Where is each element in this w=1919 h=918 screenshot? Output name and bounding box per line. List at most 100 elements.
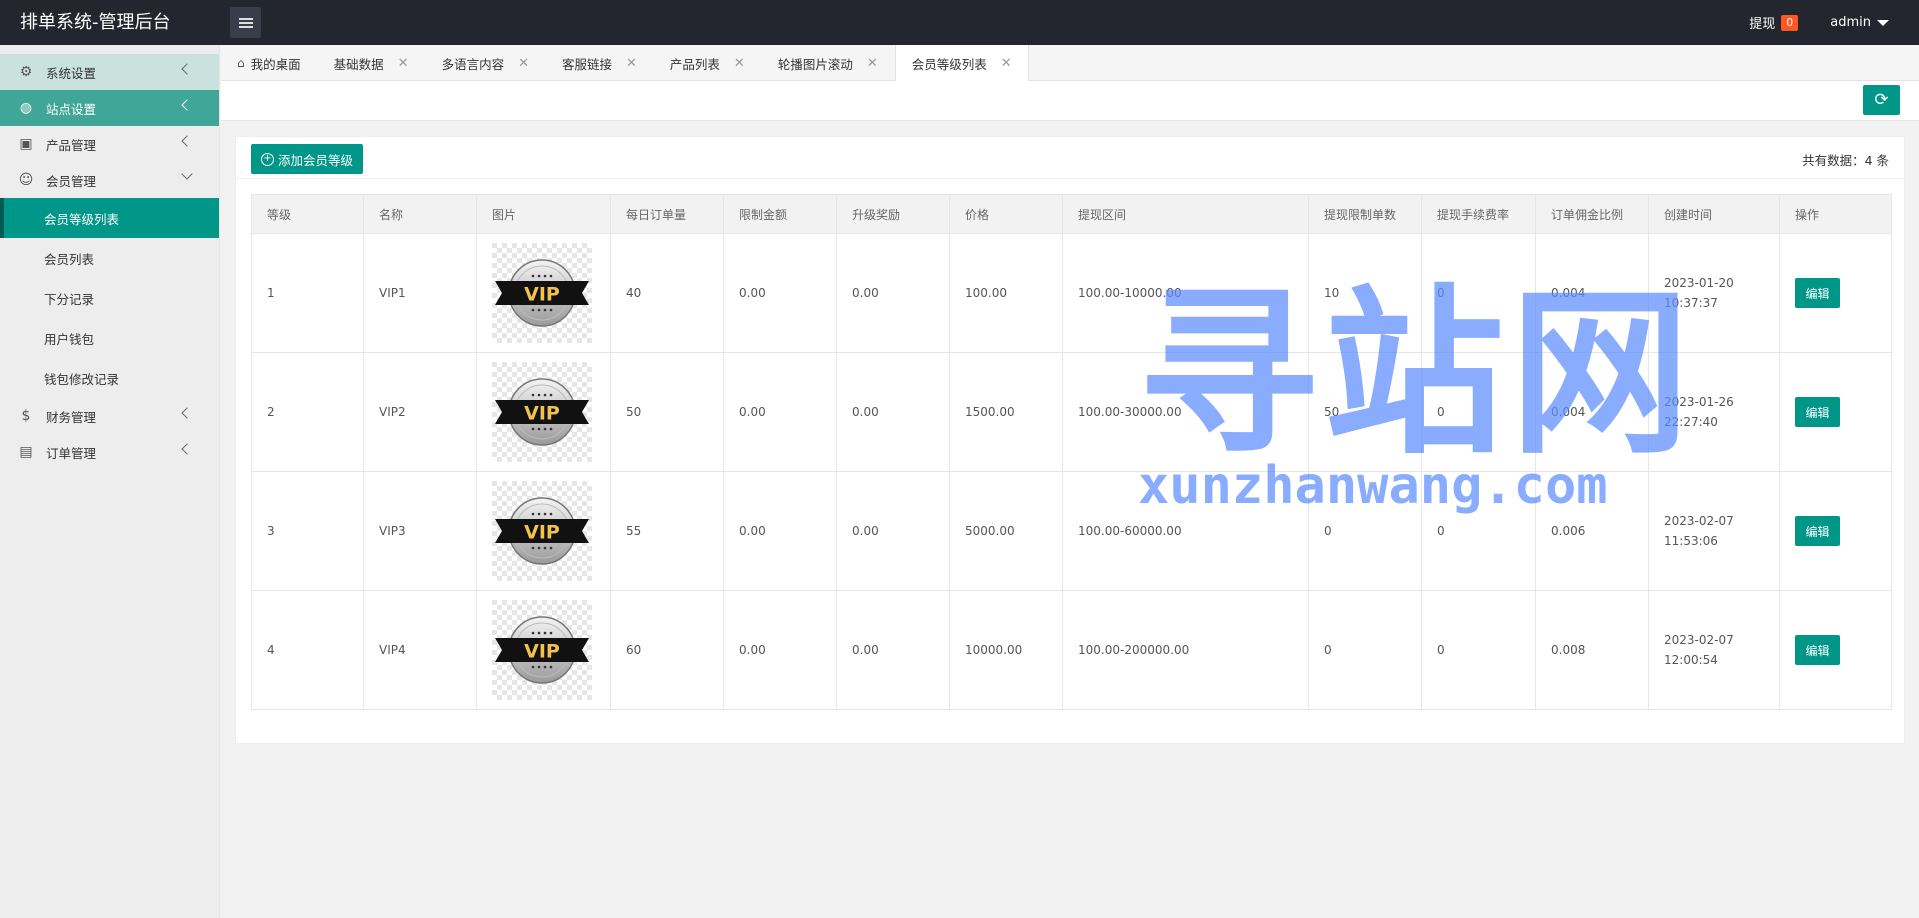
cell-wd-count: 0 — [1308, 590, 1422, 710]
sidebar-subitem-user-wallet[interactable]: 用户钱包 — [0, 318, 219, 358]
cell-level: 1 — [251, 233, 364, 353]
tab-desktop[interactable]: ⌂ 我的桌面 — [221, 45, 318, 81]
edit-button[interactable]: 编辑 — [1795, 516, 1840, 546]
cell-daily: 40 — [610, 233, 724, 353]
close-icon[interactable]: ✕ — [398, 56, 409, 71]
cell-daily: 55 — [610, 471, 724, 591]
sidebar: ⚙ 系统设置 ◍ 站点设置 ▣ 产品管理 ☺ 会员管理 会员等级列表 会员列表 … — [0, 45, 220, 918]
edit-button[interactable]: 编辑 — [1795, 635, 1840, 665]
tab-member-levels[interactable]: 会员等级列表 ✕ — [894, 45, 1029, 82]
user-menu[interactable]: admin — [1830, 15, 1889, 30]
toolbar-strip: ⟳ — [221, 81, 1919, 121]
hamburger-icon — [238, 17, 253, 28]
cell-daily: 60 — [610, 590, 724, 710]
cell-commission: 0.008 — [1535, 590, 1649, 710]
cell-price: 5000.00 — [949, 471, 1063, 591]
close-icon[interactable]: ✕ — [518, 56, 529, 71]
table-row: 3 VIP3 VIP 55 0.00 0.00 5000.00 100.00-60000.00… — [251, 471, 1892, 591]
close-icon[interactable]: ✕ — [1001, 56, 1012, 71]
vip-badge-text: VIP — [524, 284, 560, 306]
sidebar-item-label: 系统设置 — [46, 65, 97, 81]
cell-reward: 0.00 — [836, 352, 950, 472]
sidebar-item-site-settings[interactable]: ◍ 站点设置 — [0, 90, 219, 126]
plus-circle-icon: + — [261, 152, 274, 166]
sidebar-item-member-management[interactable]: ☺ 会员管理 — [0, 162, 219, 198]
chevron-left-icon — [181, 407, 193, 419]
withdraw-label: 提现 — [1749, 17, 1776, 32]
cell-time: 2023-02-07 12:00:54 — [1648, 590, 1780, 710]
tab-bar: ⌂ 我的桌面 基础数据 ✕ 多语言内容 ✕ 客服链接 ✕ 产品列表 ✕ 轮播图片… — [221, 45, 1919, 82]
sidebar-subitem-member-list[interactable]: 会员列表 — [0, 238, 219, 278]
vip-badge-text: VIP — [524, 522, 560, 544]
vip-badge-image: VIP — [492, 481, 592, 581]
cell-wd-count: 50 — [1308, 352, 1422, 472]
sidebar-item-system-settings[interactable]: ⚙ 系统设置 — [0, 54, 219, 90]
chevron-left-icon — [181, 135, 193, 147]
chevron-left-icon — [181, 99, 193, 111]
cell-fee: 0 — [1421, 471, 1536, 591]
cell-wd-count: 0 — [1308, 471, 1422, 591]
tab-multilang[interactable]: 多语言内容 ✕ — [426, 45, 546, 81]
cell-range: 100.00-200000.00 — [1062, 590, 1309, 710]
tab-basic-data[interactable]: 基础数据 ✕ — [318, 45, 426, 81]
cell-reward: 0.00 — [836, 233, 950, 353]
action-cell: 编辑 — [1779, 233, 1892, 353]
add-member-level-button[interactable]: + 添加会员等级 — [251, 144, 364, 174]
close-icon[interactable]: ✕ — [734, 56, 745, 71]
tab-carousel[interactable]: 轮播图片滚动 ✕ — [762, 45, 895, 81]
dollar-icon: $ — [21, 408, 31, 424]
cell-level: 4 — [251, 590, 364, 710]
col-header: 订单佣金比例 — [1535, 194, 1649, 234]
chevron-left-icon — [181, 443, 193, 455]
sidebar-subitem-score-records[interactable]: 下分记录 — [0, 278, 219, 318]
cell-name: VIP3 — [363, 471, 477, 591]
col-header: 创建时间 — [1648, 194, 1780, 234]
vip-badge-text: VIP — [524, 641, 560, 663]
tab-product-list[interactable]: 产品列表 ✕ — [654, 45, 762, 81]
col-header: 等级 — [251, 194, 364, 234]
withdraw-notification[interactable]: 提现 0 — [1749, 13, 1799, 32]
cell-time: 2023-01-26 22:27:40 — [1648, 352, 1780, 472]
edit-button[interactable]: 编辑 — [1795, 278, 1840, 308]
cell-limit: 0.00 — [723, 471, 837, 591]
col-header: 每日订单量 — [610, 194, 724, 234]
sidebar-item-order-management[interactable]: ▤ 订单管理 — [0, 434, 219, 470]
action-cell: 编辑 — [1779, 352, 1892, 472]
sidebar-item-product-management[interactable]: ▣ 产品管理 — [0, 126, 219, 162]
vip-badge-image: VIP — [492, 362, 592, 462]
vip-image-cell: VIP — [476, 590, 611, 710]
cell-limit: 0.00 — [723, 352, 837, 472]
col-header: 图片 — [476, 194, 611, 234]
cell-daily: 50 — [610, 352, 724, 472]
cell-commission: 0.004 — [1535, 233, 1649, 353]
cell-reward: 0.00 — [836, 471, 950, 591]
action-cell: 编辑 — [1779, 590, 1892, 710]
tab-label: 产品列表 — [669, 56, 720, 72]
top-header: 排单系统-管理后台 提现 0 admin — [0, 0, 1919, 45]
box-icon: ▣ — [19, 136, 33, 152]
cell-fee: 0 — [1421, 233, 1536, 353]
sidebar-item-finance-management[interactable]: $ 财务管理 — [0, 398, 219, 434]
sidebar-item-label: 产品管理 — [46, 137, 97, 153]
refresh-button[interactable]: ⟳ — [1863, 85, 1900, 115]
cell-name: VIP1 — [363, 233, 477, 353]
table-header-row: 等级 名称 图片 每日订单量 限制金额 升级奖励 价格 提现区间 提现限制单数 … — [251, 194, 1892, 234]
vip-image-cell: VIP — [476, 471, 611, 591]
tab-label: 多语言内容 — [441, 56, 505, 72]
close-icon[interactable]: ✕ — [867, 56, 878, 71]
sidebar-subitem-wallet-changes[interactable]: 钱包修改记录 — [0, 358, 219, 398]
tab-label: 会员等级列表 — [911, 57, 987, 72]
menu-toggle-button[interactable] — [230, 7, 261, 38]
sidebar-subitem-member-levels[interactable]: 会员等级列表 — [0, 198, 219, 238]
tab-label: 基础数据 — [333, 56, 384, 72]
close-icon[interactable]: ✕ — [626, 56, 637, 71]
tab-support-links[interactable]: 客服链接 ✕ — [546, 45, 654, 81]
sidebar-item-label: 会员管理 — [46, 173, 97, 189]
add-button-label: 添加会员等级 — [278, 152, 354, 168]
edit-button[interactable]: 编辑 — [1795, 397, 1840, 427]
cell-fee: 0 — [1421, 352, 1536, 472]
sidebar-item-label: 站点设置 — [46, 101, 97, 117]
action-cell: 编辑 — [1779, 471, 1892, 591]
chevron-left-icon — [181, 63, 193, 75]
member-level-table: 等级 名称 图片 每日订单量 限制金额 升级奖励 价格 提现区间 提现限制单数 … — [251, 194, 1892, 710]
